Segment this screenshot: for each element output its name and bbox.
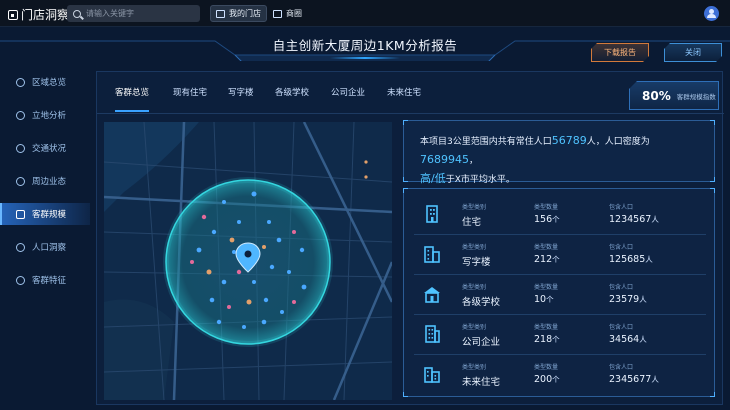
sidebar-item-label: 区域总览 <box>32 78 67 88</box>
table-row[interactable]: 类型类别 未来住宅 类型数量 200个 包含人口 2345677人 <box>414 355 706 395</box>
sidebar: 区域总览 立地分析 交通状况 周边业态 客群规模 人口洞察 客群特征 <box>0 65 95 410</box>
sidebar-item-customer-scale[interactable]: 客群规模 <box>0 203 90 225</box>
search-icon <box>73 9 81 18</box>
my-store-button[interactable]: 我的门店 <box>210 5 267 22</box>
sidebar-item-customer-feature[interactable]: 客群特征 <box>0 269 90 291</box>
tab-existing-residence[interactable]: 现有住宅 <box>173 86 207 98</box>
summary-text: 本项目3公里范围内共有常住人口56789人，人口密度为7689945， 高/低于… <box>420 134 650 185</box>
school-icon <box>424 287 440 303</box>
area-icon <box>16 77 25 87</box>
table-row[interactable]: 类型类别 住宅 类型数量 156个 包含人口 1234567人 <box>414 195 706 235</box>
building-icon <box>273 9 282 18</box>
sidebar-item-site-analysis[interactable]: 立地分析 <box>0 104 90 126</box>
search-input[interactable] <box>86 9 196 18</box>
customer-scale-icon <box>16 209 25 219</box>
type-population: 2345677 <box>609 374 652 385</box>
index-label: 客群规模指数 <box>676 92 716 101</box>
tab-future-residence[interactable]: 未来住宅 <box>387 86 421 98</box>
top-bar: 门店洞察 我的门店 商圈 <box>0 0 730 27</box>
close-label: 关闭 <box>685 48 701 57</box>
population-value: 56789 <box>551 134 587 147</box>
population-icon <box>16 242 25 252</box>
type-name: 各级学校 <box>462 297 501 308</box>
sidebar-item-traffic[interactable]: 交通状况 <box>0 137 90 159</box>
type-table: 类型类别 住宅 类型数量 156个 包含人口 1234567人 类型类别 写字楼 类型数… <box>403 188 715 397</box>
tab-office[interactable]: 写字楼 <box>228 86 254 98</box>
company-icon <box>425 325 440 343</box>
app-title: 门店洞察 <box>21 8 70 22</box>
download-label: 下载报告 <box>604 48 636 57</box>
close-button[interactable]: 关闭 <box>664 43 722 62</box>
customer-feature-icon <box>16 275 25 285</box>
business-circle-button[interactable]: 商圈 <box>268 5 307 22</box>
type-count: 218 <box>534 334 553 345</box>
type-name: 公司企业 <box>462 337 501 348</box>
main-panel: 客群总览 现有住宅 写字楼 各级学校 公司企业 未来住宅 80% 客群规模指数 <box>96 71 724 405</box>
type-count: 156 <box>534 214 553 225</box>
sidebar-item-label: 客群特征 <box>32 276 67 286</box>
store-icon <box>8 9 18 20</box>
type-count: 200 <box>534 374 553 385</box>
store-icon <box>216 9 225 18</box>
map-park <box>104 299 174 400</box>
tab-customer-overview[interactable]: 客群总览 <box>115 86 149 98</box>
sidebar-item-label: 立地分析 <box>32 111 67 121</box>
type-population: 1234567 <box>609 214 652 225</box>
title-underline <box>330 57 400 59</box>
traffic-icon <box>16 143 25 153</box>
level-value: 高/低 <box>420 172 446 185</box>
sidebar-item-business[interactable]: 周边业态 <box>0 170 90 192</box>
table-row[interactable]: 类型类别 写字楼 类型数量 212个 包含人口 125685人 <box>414 235 706 275</box>
office-building-icon <box>424 246 440 263</box>
tab-schools[interactable]: 各级学校 <box>275 86 309 98</box>
type-name: 写字楼 <box>462 257 491 268</box>
tab-companies[interactable]: 公司企业 <box>331 86 365 98</box>
sidebar-item-label: 交通状况 <box>32 144 67 154</box>
sidebar-item-label: 客群规模 <box>32 210 67 220</box>
sidebar-item-area-overview[interactable]: 区域总览 <box>0 71 90 93</box>
search-box[interactable] <box>67 5 200 22</box>
location-analysis-icon <box>16 110 25 120</box>
table-row[interactable]: 类型类别 各级学校 类型数量 10个 包含人口 23579人 <box>414 275 706 315</box>
tab-bar: 客群总览 现有住宅 写字楼 各级学校 公司企业 未来住宅 80% 客群规模指数 <box>97 72 724 114</box>
type-population: 23579 <box>609 294 640 305</box>
type-name: 住宅 <box>462 217 482 228</box>
my-store-label: 我的门店 <box>229 9 261 18</box>
table-row[interactable]: 类型类别 公司企业 类型数量 218个 包含人口 34564人 <box>414 315 706 355</box>
app-logo[interactable]: 门店洞察 <box>8 6 69 23</box>
residence-icon <box>426 205 438 223</box>
map-view[interactable] <box>104 122 392 400</box>
type-count: 10 <box>534 294 547 305</box>
index-value: 80% <box>642 88 671 103</box>
sidebar-item-label: 周边业态 <box>32 177 67 187</box>
active-tab-indicator <box>115 110 149 112</box>
type-count: 212 <box>534 254 553 265</box>
business-icon <box>16 176 25 186</box>
user-avatar[interactable] <box>704 6 719 21</box>
type-population: 34564 <box>609 334 640 345</box>
sidebar-item-label: 人口洞察 <box>32 243 67 253</box>
type-population: 125685 <box>609 254 646 265</box>
summary-box: 本项目3公里范围内共有常住人口56789人，人口密度为7689945， 高/低于… <box>403 120 715 185</box>
density-value: 7689945 <box>420 153 469 166</box>
customer-scale-index: 80% 客群规模指数 <box>629 81 719 110</box>
type-name: 未来住宅 <box>462 377 501 388</box>
sidebar-item-population[interactable]: 人口洞察 <box>0 236 90 258</box>
business-circle-label: 商圈 <box>286 9 302 18</box>
future-residence-icon <box>424 367 440 383</box>
map-canvas <box>104 122 392 400</box>
download-report-button[interactable]: 下载报告 <box>591 43 649 62</box>
